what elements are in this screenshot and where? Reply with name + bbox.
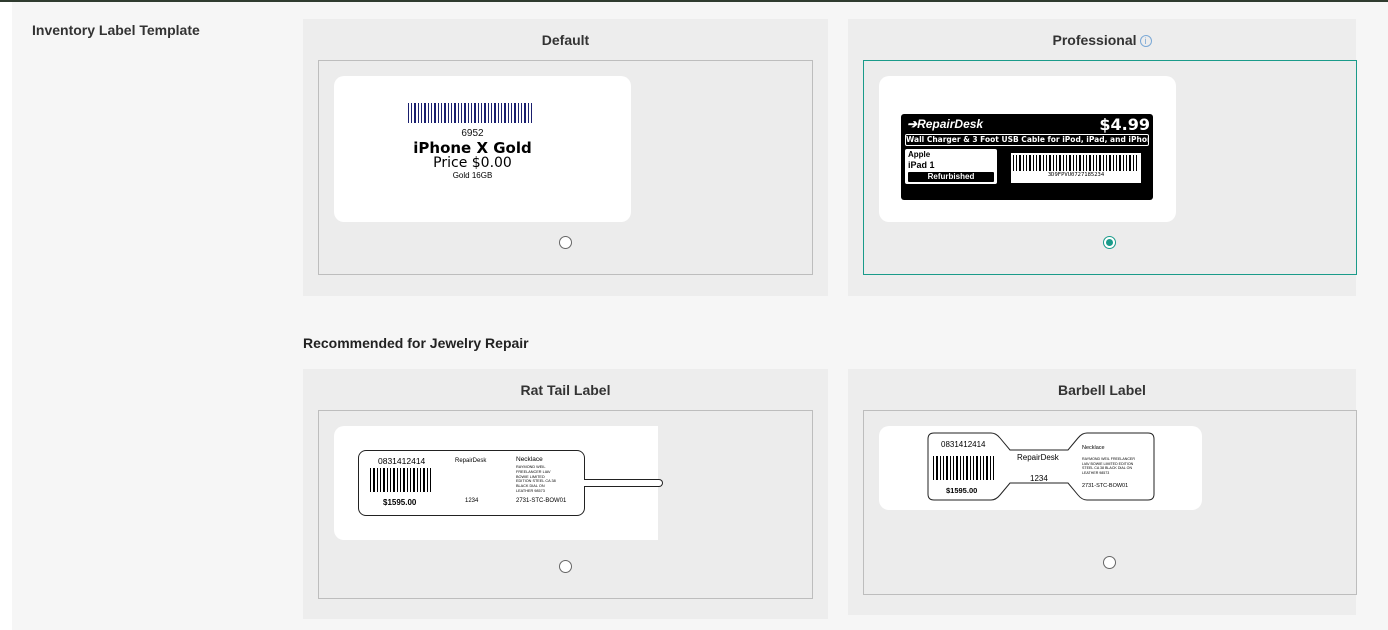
radio-default[interactable] [559, 236, 572, 249]
barcode-professional [1013, 155, 1137, 171]
desc-line: RAYMOND WEIL FREELANCER [1082, 457, 1135, 461]
label-description: RAYMOND WEIL FREELANCER LIAV BOWIE LIMIT… [1082, 457, 1135, 475]
label-preview-barbell: 0831412414 $1595.00 RepairDesk 1234 Neck… [879, 426, 1202, 510]
label-sku: 2731-STC-BOW01 [1082, 483, 1129, 489]
template-option-professional[interactable]: ➔RepairDesk $4.99 Wall Charger & 3 Foot … [863, 60, 1357, 275]
repairdesk-logo: ➔RepairDesk [907, 117, 983, 131]
label-manufacturer: Apple [908, 150, 931, 159]
jewelry-heading: Recommended for Jewelry Repair [303, 335, 529, 351]
label-item: Necklace [1082, 445, 1105, 451]
barcode-rat-tail [370, 468, 431, 492]
label-price: $1595.00 [383, 498, 417, 507]
radio-barbell[interactable] [1103, 556, 1116, 569]
label-preview-professional: ➔RepairDesk $4.99 Wall Charger & 3 Foot … [879, 76, 1176, 222]
label-price: $1595.00 [946, 486, 978, 495]
card-title-barbell: Barbell Label [1058, 382, 1146, 398]
card-title-professional: Professional i [848, 32, 1356, 48]
card-professional: Professional i ➔RepairDesk $4.99 Wall Cha… [848, 19, 1357, 296]
rat-tail-strip [584, 479, 663, 487]
card-rat-tail: Rat Tail Label 0831412414 $1595.00 Repai… [303, 369, 828, 619]
label-info-box: Apple iPad 1 Refurbished [905, 149, 997, 184]
label-description: RAYMOND WEIL FREELANCER LIAV BOWIE LIMIT… [516, 465, 556, 494]
barcode-area: 3D9FPVU0727185234 [1011, 153, 1141, 183]
label-price: Price $0.00 [433, 155, 512, 171]
label-barcode-text: 3D9FPVU0727185234 [1047, 172, 1105, 178]
card-default: Default 6952 iPhone X Gold Price $0.00 G… [303, 19, 828, 296]
rat-tail-body: 0831412414 $1595.00 RepairDesk 1234 Neck… [358, 450, 585, 516]
professional-label: ➔RepairDesk $4.99 Wall Charger & 3 Foot … [901, 114, 1153, 200]
inventory-label-template-section: Inventory Label Template Default 6952 iP… [12, 2, 1388, 630]
logo-arrow-icon: ➔ [907, 117, 918, 131]
info-icon[interactable]: i [1139, 35, 1152, 47]
template-option-rat-tail[interactable]: 0831412414 $1595.00 RepairDesk 1234 Neck… [318, 410, 813, 599]
label-sku: 2731-STC-BOW01 [516, 498, 567, 504]
label-brand: RepairDesk [455, 458, 487, 464]
label-preview-rat-tail: 0831412414 $1595.00 RepairDesk 1234 Neck… [334, 426, 663, 540]
label-code: 6952 [461, 128, 484, 139]
label-price: $4.99 [1099, 115, 1150, 134]
radio-professional[interactable] [1103, 236, 1116, 249]
label-brand: RepairDesk [917, 117, 984, 131]
label-brand: RepairDesk [1017, 453, 1059, 462]
label-preview-default: 6952 iPhone X Gold Price $0.00 Gold 16GB [334, 76, 631, 222]
radio-rat-tail[interactable] [559, 560, 572, 573]
card-title-default: Default [541, 32, 590, 48]
label-condition: Refurbished [908, 172, 994, 182]
label-number: 1234 [1030, 474, 1048, 483]
desc-line: FREELANCER LIAV [516, 469, 551, 474]
card-title-rat-tail: Rat Tail Label [520, 382, 611, 398]
template-option-barbell[interactable]: 0831412414 $1595.00 RepairDesk 1234 Neck… [863, 410, 1357, 595]
label-model: iPad 1 [908, 160, 935, 170]
section-label: Inventory Label Template [32, 22, 200, 38]
label-variant: Gold 16GB [452, 171, 493, 180]
label-item: Necklace [516, 456, 543, 463]
card-barbell: Barbell Label 0831412414 $1595.00 Repair… [848, 369, 1357, 615]
desc-line: LEATHER 98573 [516, 488, 545, 493]
desc-line: LEATHER 98573 [1082, 470, 1110, 475]
label-code: 0831412414 [941, 440, 986, 449]
barcode-barbell [933, 456, 994, 480]
barcode-default [408, 103, 532, 123]
card-title-professional-text: Professional [1052, 32, 1137, 48]
label-code: 0831412414 [378, 456, 426, 466]
label-number: 1234 [465, 498, 479, 504]
template-option-default[interactable]: 6952 iPhone X Gold Price $0.00 Gold 16GB [318, 60, 813, 275]
label-description: Wall Charger & 3 Foot USB Cable for iPod… [905, 134, 1149, 146]
